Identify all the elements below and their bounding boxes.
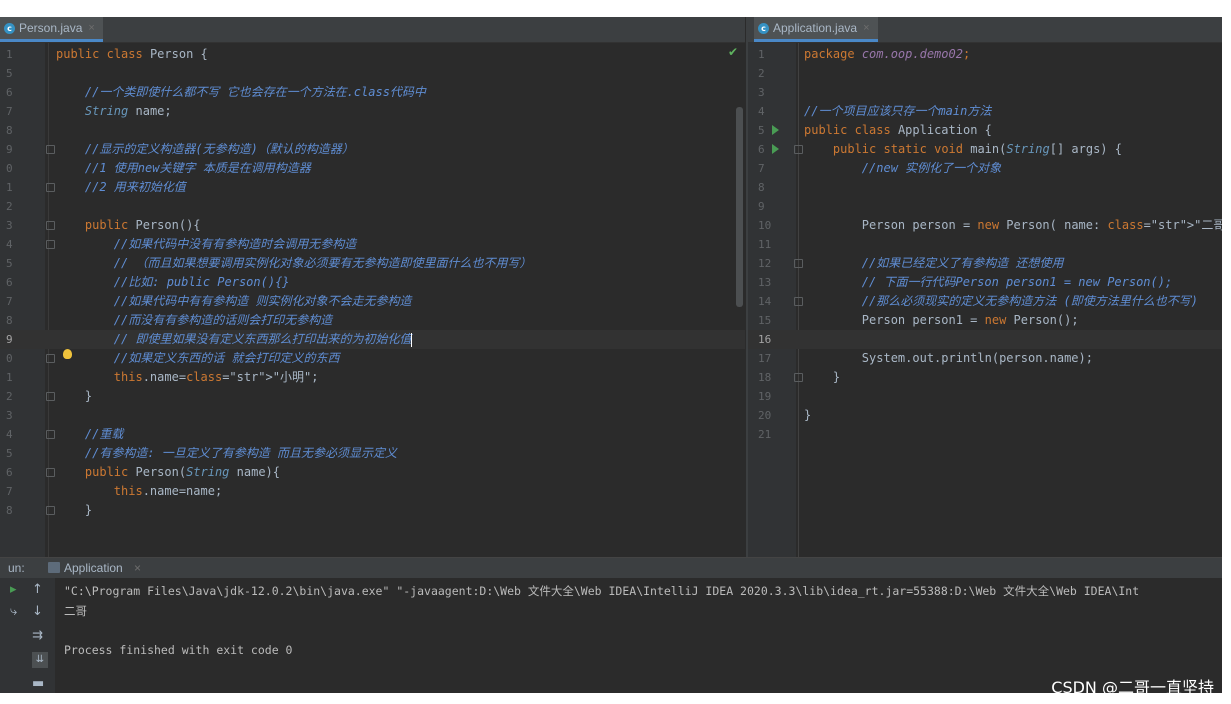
fold-marker-icon[interactable] [46,506,55,515]
code-line[interactable]: public class Application { [804,121,992,140]
line-number: 2 [758,67,765,80]
tab-person-java[interactable]: c Person.java × [0,17,103,42]
print-icon[interactable]: ▬ [32,676,44,691]
code-line[interactable]: //那么必须现实的定义无参构造方法 (即使方法里什么也不写) [804,292,1198,311]
arrow-down-icon[interactable]: ↓ [32,604,43,619]
code-line[interactable]: } [804,368,840,387]
run-config-icon [48,562,60,573]
run-panel-header: un: Application × [0,558,1222,578]
code-line[interactable]: //new 实例化了一个对象 [804,159,1001,178]
line-number: 2 [6,390,13,403]
console-line: "C:\Program Files\Java\jdk-12.0.2\bin\ja… [64,584,1140,598]
line-number: 21 [758,428,772,441]
line-number: 11 [758,238,772,251]
fold-marker-icon[interactable] [46,145,55,154]
close-icon[interactable]: × [88,22,94,34]
code-line[interactable]: //如果代码中有有参构造 则实例化对象不会走无参构造 [56,292,412,311]
line-number: 16 [758,333,772,346]
code-line[interactable]: //一个项目应该只存一个main方法 [804,102,991,121]
arrow-up-icon[interactable]: ↑ [32,582,43,597]
fold-marker-icon[interactable] [46,183,55,192]
fold-marker-icon[interactable] [46,354,55,363]
java-class-icon: c [758,22,769,34]
code-line[interactable]: } [56,501,92,520]
code-line[interactable]: Person person1 = new Person(); [804,311,1079,330]
tab-label: Person.java [19,21,83,35]
java-class-icon: c [4,22,15,34]
close-icon[interactable]: × [134,561,141,575]
code-line[interactable]: //显示的定义构造器(无参构造)（默认的构造器） [56,140,354,159]
code-line[interactable]: //如果代码中没有有参构造时会调用无参构造 [56,235,356,254]
code-line[interactable]: //重载 [56,425,123,444]
line-number: 3 [758,86,765,99]
person-editor[interactable]: ✔ 1 public class Person {5 6 //一个类即使什么都不写 … [0,43,745,557]
code-line[interactable]: //2 用来初始化值 [56,178,186,197]
tab-application-run[interactable]: Application [64,561,123,575]
fold-marker-icon[interactable] [46,221,55,230]
run-label: un: [8,561,25,575]
code-line[interactable]: //而没有有参构造的话则会打印无参构造 [56,311,332,330]
line-number: 3 [6,409,13,422]
fold-marker-icon[interactable] [46,392,55,401]
fold-marker-icon[interactable] [46,468,55,477]
code-line[interactable]: public static void main(String[] args) { [804,140,1122,159]
code-line[interactable]: // （而且如果想要调用实例化对象必须要有无参构造即使里面什么也不用写） [56,254,532,273]
run-panel: un: Application × ▸ ↑ ⤷ ↓ ⇉ ⇊ ▬ "C:\Prog… [0,557,1222,693]
tab-application-java[interactable]: c Application.java × [754,17,878,42]
run-gutter-icon[interactable] [772,144,779,154]
code-line[interactable]: } [804,406,811,425]
ide-window: c Person.java × c Application.java × ✔ 1… [0,17,1222,693]
soft-wrap-icon[interactable]: ⇉ [32,628,43,643]
line-number: 9 [758,200,765,213]
code-line[interactable]: public class Person { [56,45,208,64]
console-line: Process finished with exit code 0 [64,643,293,657]
code-line[interactable]: //一个类即使什么都不写 它也会存在一个方法在.class代码中 [56,83,426,102]
code-line[interactable]: String name; [56,102,172,121]
code-line[interactable]: System.out.println(person.name); [804,349,1093,368]
code-line[interactable]: public Person(){ [56,216,201,235]
line-number: 20 [758,409,772,422]
application-editor[interactable]: 1 package com.oop.demo02; 2 3 4//一个项目应该只存一个m… [748,43,1222,557]
code-line[interactable]: //1 使用new关键字 本质是在调用构造器 [56,159,311,178]
left-tab-bar: c Person.java × [0,17,745,43]
fold-marker-icon[interactable] [794,145,803,154]
code-line[interactable]: } [56,387,92,406]
fold-marker-icon[interactable] [46,240,55,249]
code-line[interactable]: this.name=name; [56,482,222,501]
line-number: 8 [758,181,765,194]
line-number: 2 [6,200,13,213]
run-gutter-icon[interactable] [772,125,779,135]
code-line[interactable]: //如果定义东西的话 就会打印定义的东西 [56,349,340,368]
code-line[interactable]: public Person(String name){ [56,463,280,482]
code-line[interactable]: // 即使里如果没有定义东西那么打印出来的为初始化值 [56,330,413,349]
code-line[interactable]: this.name=class="str">"小明"; [56,368,319,387]
rerun-icon[interactable]: ▸ [10,582,17,597]
watermark: CSDN @二哥一直坚持 [1051,678,1214,697]
code-line[interactable]: //比如: public Person(){} [56,273,290,292]
wrench-icon[interactable]: ⤷ [10,604,17,619]
fold-marker-icon[interactable] [794,373,803,382]
fold-marker-icon[interactable] [46,430,55,439]
close-icon[interactable]: × [863,22,869,34]
code-line[interactable]: //有参构造: 一旦定义了有参构造 而且无参必须显示定义 [56,444,397,463]
fold-marker-icon[interactable] [794,297,803,306]
right-tab-bar: c Application.java × [748,17,1222,43]
code-line[interactable]: // 下面一行代码Person person1 = new Person(); [804,273,1172,292]
console-line: 二哥 [64,604,87,618]
scroll-to-end-icon[interactable]: ⇊ [32,652,48,668]
line-number: 8 [6,504,13,517]
code-line[interactable]: //如果已经定义了有参构造 还想使用 [804,254,1064,273]
line-number: 19 [758,390,772,403]
run-toolbar: ▸ ↑ ⤷ ↓ ⇉ ⇊ ▬ [0,578,55,693]
code-line[interactable]: package com.oop.demo02; [804,45,970,64]
line-number: 8 [6,124,13,137]
code-line[interactable]: Person person = new Person( name: class=… [804,216,1222,235]
fold-marker-icon[interactable] [794,259,803,268]
tab-label: Application.java [773,21,858,35]
line-number: 5 [6,67,13,80]
